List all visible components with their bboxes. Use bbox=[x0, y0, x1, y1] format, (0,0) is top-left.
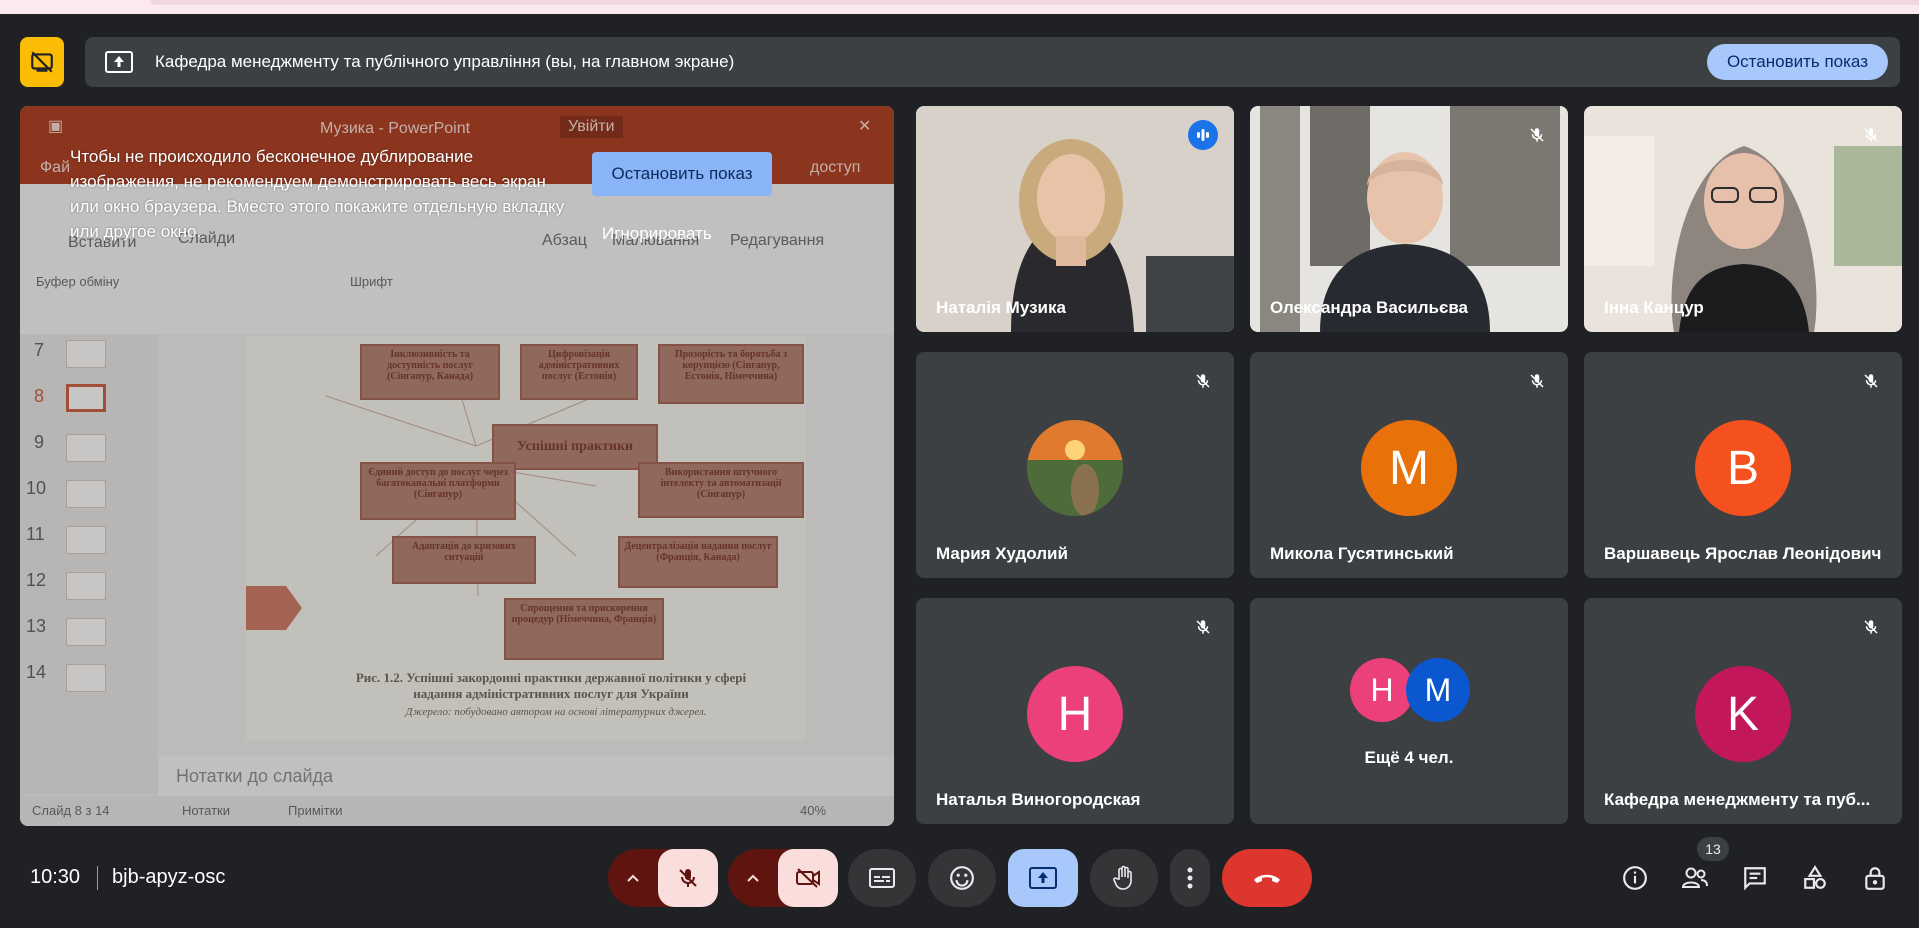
participant-tile[interactable]: K Кафедра менеджменту та пуб... bbox=[1584, 598, 1902, 824]
participant-tile[interactable]: Мария Худолий bbox=[916, 352, 1234, 578]
camera-off-icon bbox=[31, 51, 53, 73]
more-avatar: M bbox=[1406, 658, 1470, 722]
browser-tab-area bbox=[150, 0, 1919, 5]
more-participants-label: Ещё 4 чел. bbox=[1364, 748, 1454, 767]
participant-name: Варшавець Ярослав Леонідович bbox=[1604, 544, 1882, 563]
mic-off-icon bbox=[1188, 612, 1218, 642]
mic-off-icon bbox=[1522, 120, 1552, 150]
activities-icon bbox=[1804, 865, 1826, 889]
participant-tile[interactable]: Інна Канцур bbox=[1584, 106, 1902, 332]
chat-button[interactable] bbox=[1730, 853, 1780, 903]
participant-name: Інна Канцур bbox=[1604, 298, 1704, 317]
share-warning-text: Чтобы не происходило бесконечное дублиро… bbox=[70, 147, 565, 241]
participant-tile[interactable]: B Варшавець Ярослав Леонідович bbox=[1584, 352, 1902, 578]
chat-icon bbox=[1744, 867, 1766, 891]
hand-icon bbox=[1113, 865, 1132, 890]
raise-hand-button[interactable] bbox=[1090, 849, 1158, 907]
presentation-bar: Кафедра менеджменту та публічного управл… bbox=[85, 37, 1900, 87]
more-avatar: Н bbox=[1350, 658, 1414, 722]
meeting-code: bjb-apyz-osc bbox=[112, 866, 226, 888]
camera-options-button[interactable] bbox=[728, 849, 778, 907]
speaking-indicator-icon bbox=[1188, 120, 1218, 150]
presentation-title: Кафедра менеджменту та публічного управл… bbox=[155, 52, 735, 71]
clock-separator bbox=[97, 866, 98, 890]
meeting-clock: 10:30 bbox=[30, 866, 81, 888]
screen-share-warning-button[interactable] bbox=[20, 37, 64, 87]
browser-top-strip bbox=[0, 0, 1919, 14]
mic-control-group bbox=[608, 849, 718, 907]
more-participants-tile[interactable]: Н M Ещё 4 чел. bbox=[1250, 598, 1568, 824]
reactions-button[interactable] bbox=[928, 849, 996, 907]
host-controls-icon bbox=[1865, 867, 1885, 890]
participant-tile[interactable]: Н Наталья Виногородская bbox=[916, 598, 1234, 824]
emoji-icon bbox=[950, 866, 974, 890]
participant-name: Кафедра менеджменту та пуб... bbox=[1604, 790, 1871, 809]
cam-off-icon bbox=[796, 868, 820, 888]
more-options-button[interactable] bbox=[1170, 849, 1210, 907]
stop-presenting-button[interactable]: Остановить показ bbox=[1706, 44, 1888, 80]
camera-toggle-button[interactable] bbox=[778, 849, 838, 907]
participant-name: Микола Гусятинський bbox=[1270, 544, 1454, 563]
mic-off-icon bbox=[679, 869, 697, 887]
present-screen-icon bbox=[105, 48, 133, 76]
camera-control-group bbox=[728, 849, 838, 907]
present-button[interactable] bbox=[1008, 849, 1078, 907]
participant-tile[interactable]: Олександра Васильєва bbox=[1250, 106, 1568, 332]
participant-avatar: K bbox=[1695, 666, 1791, 762]
present-icon bbox=[1029, 867, 1057, 889]
meeting-info-button[interactable] bbox=[1610, 853, 1660, 903]
mic-options-button[interactable] bbox=[608, 849, 658, 907]
participants-count-badge: 13 bbox=[1697, 837, 1729, 861]
participant-tile[interactable]: M Микола Гусятинський bbox=[1250, 352, 1568, 578]
host-controls-button[interactable] bbox=[1850, 853, 1900, 903]
info-icon bbox=[1623, 866, 1647, 890]
mic-off-icon bbox=[1856, 120, 1886, 150]
mic-off-icon bbox=[1856, 366, 1886, 396]
mic-off-icon bbox=[1188, 366, 1218, 396]
participant-name: Олександра Васильєва bbox=[1270, 298, 1469, 317]
participant-avatar: Н bbox=[1027, 666, 1123, 762]
captions-button[interactable] bbox=[848, 849, 916, 907]
hangup-icon bbox=[1254, 874, 1280, 883]
participant-name: Мария Худолий bbox=[936, 544, 1068, 563]
participant-avatar: M bbox=[1361, 420, 1457, 516]
participant-tile[interactable]: Наталія Музика bbox=[916, 106, 1234, 332]
chevron-up-icon bbox=[747, 874, 759, 882]
participant-photo-avatar bbox=[1027, 420, 1123, 516]
chevron-up-icon bbox=[627, 874, 639, 882]
more-icon bbox=[1187, 867, 1193, 889]
mic-off-icon bbox=[1522, 366, 1552, 396]
mic-toggle-button[interactable] bbox=[658, 849, 718, 907]
warning-ignore-button[interactable]: Игнорировать bbox=[602, 224, 712, 244]
captions-icon bbox=[869, 868, 895, 888]
shared-screen: Музика - PowerPoint Увійти ▣ ✕ Фай досту… bbox=[20, 106, 894, 826]
people-icon bbox=[1681, 867, 1708, 888]
mic-off-icon bbox=[1856, 612, 1886, 642]
participant-avatar: B bbox=[1695, 420, 1791, 516]
activities-button[interactable] bbox=[1790, 853, 1840, 903]
participant-name: Наталья Виногородская bbox=[936, 790, 1141, 809]
warning-stop-button[interactable]: Остановить показ bbox=[592, 152, 772, 196]
participant-name: Наталія Музика bbox=[936, 298, 1066, 317]
leave-call-button[interactable] bbox=[1222, 849, 1312, 907]
